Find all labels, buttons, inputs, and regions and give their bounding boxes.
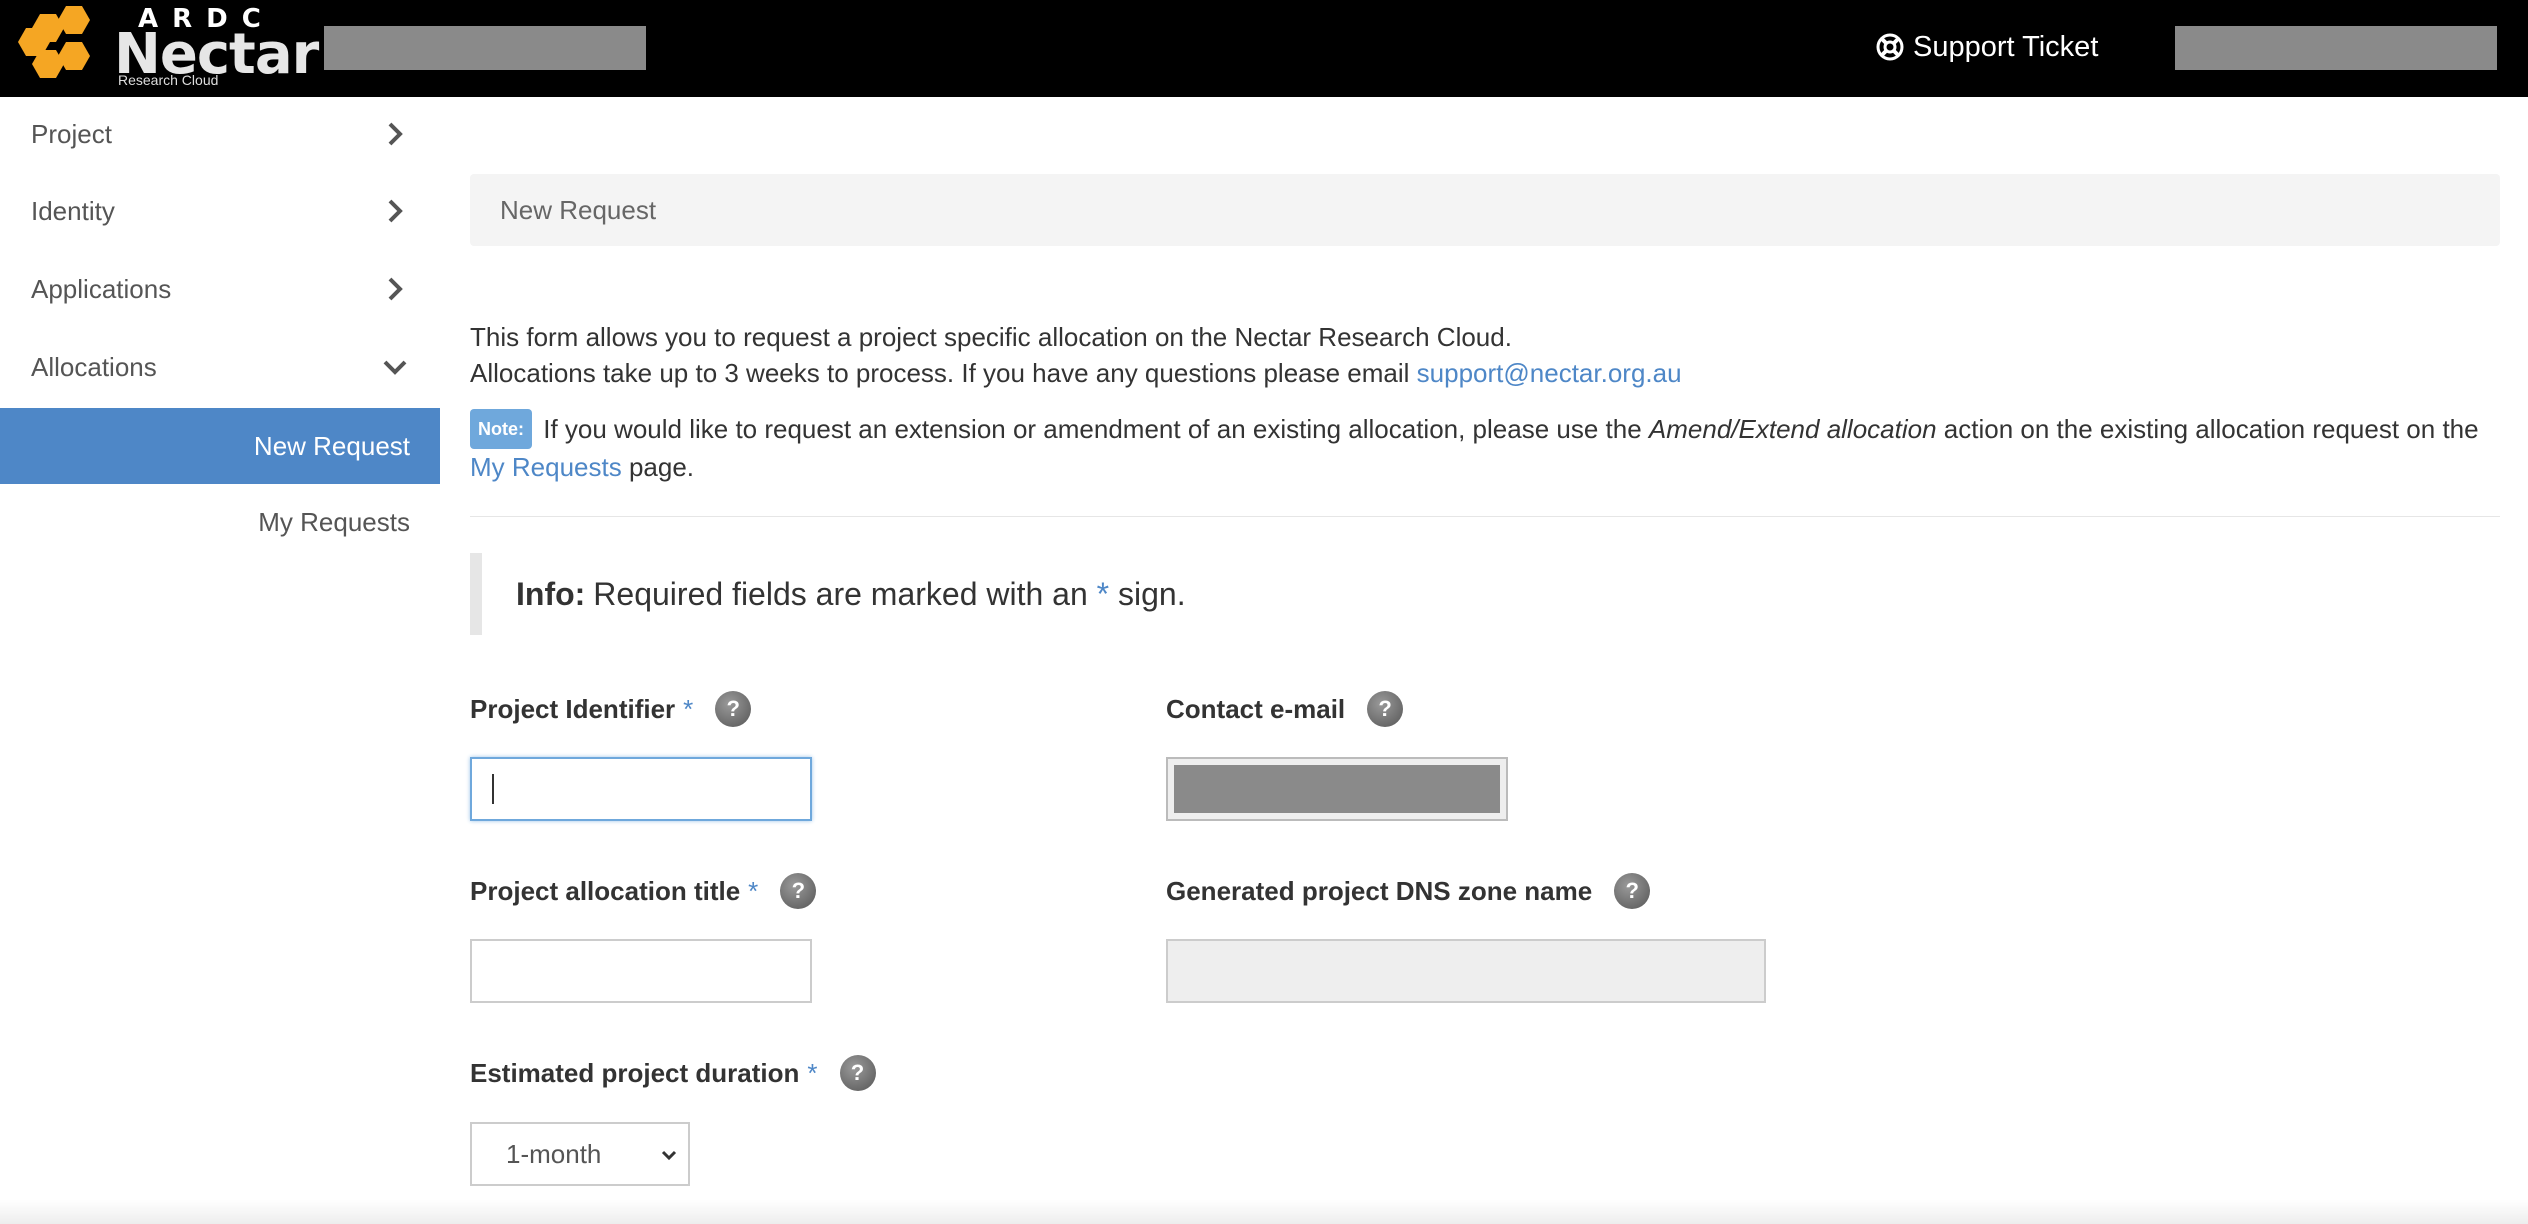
dns-zone-label-text: Generated project DNS zone name (1166, 875, 1593, 906)
sidebar-item-identity[interactable]: Identity (0, 174, 440, 248)
sidebar-subitem-label: New Request (253, 430, 410, 461)
redacted-email-value (1174, 765, 1500, 813)
help-icon[interactable]: ? (839, 1055, 876, 1091)
bottom-fade (0, 1200, 2528, 1224)
chevron-right-icon (388, 199, 403, 223)
breadcrumb: New Request (470, 174, 2500, 246)
sidebar: Project Identity Applications Allocation… (0, 97, 440, 1224)
help-icon[interactable]: ? (715, 691, 752, 727)
intro-line-2: Allocations take up to 3 weeks to proces… (470, 355, 2500, 391)
required-star: * (683, 693, 694, 724)
support-ticket-label: Support Ticket (1913, 30, 2099, 63)
info-label: Info: (516, 575, 586, 612)
allocation-title-input[interactable] (470, 939, 812, 1003)
intro-line-1: This form allows you to request a projec… (470, 322, 1512, 352)
note-text-3: page. (628, 452, 695, 482)
allocation-title-label: Project allocation title * ? (470, 871, 817, 911)
redacted-project-selector[interactable] (324, 26, 646, 70)
note-badge: Note: (470, 409, 532, 449)
note-paragraph: Note: If you would like to request an ex… (470, 409, 2500, 485)
contact-email-label-text: Contact e-mail (1166, 693, 1346, 724)
redacted-user-menu[interactable] (2175, 26, 2497, 70)
required-star: * (1096, 575, 1110, 612)
duration-selected-value: 1-month (506, 1138, 602, 1169)
info-callout: Info: Required fields are marked with an… (470, 553, 2500, 635)
project-identifier-label: Project Identifier * ? (470, 689, 752, 729)
life-ring-icon (1876, 33, 1904, 61)
sidebar-item-label: Identity (31, 195, 115, 226)
logo-subtitle-text: Research Cloud (118, 72, 219, 88)
sidebar-item-label: Allocations (31, 351, 157, 382)
sidebar-item-project[interactable]: Project (0, 97, 440, 171)
support-ticket-link[interactable]: Support Ticket (1875, 27, 2098, 67)
chevron-right-icon (388, 122, 403, 146)
intro-line-2-text: Allocations take up to 3 weeks to proces… (470, 358, 1410, 388)
info-text-1: Required fields are marked with an (593, 575, 1088, 612)
duration-select[interactable]: 1-month (470, 1122, 690, 1186)
sidebar-item-allocations[interactable]: Allocations (0, 330, 440, 404)
help-icon[interactable]: ? (1614, 873, 1651, 909)
sidebar-item-label: Applications (31, 273, 172, 304)
sidebar-item-label: Project (31, 118, 112, 149)
breadcrumb-current: New Request (500, 194, 657, 225)
note-text-1: If you would like to request an extensio… (543, 414, 1642, 444)
sidebar-subitem-new-request[interactable]: New Request (0, 408, 440, 484)
help-icon[interactable]: ? (1367, 691, 1404, 727)
contact-email-field[interactable] (1166, 757, 1508, 821)
duration-label: Estimated project duration * ? (470, 1053, 876, 1093)
project-identifier-input[interactable] (470, 757, 812, 821)
sidebar-item-applications[interactable]: Applications (0, 252, 440, 326)
chevron-down-icon (383, 360, 407, 375)
nectar-logo[interactable]: ARDC Nectar Research Cloud (18, 4, 319, 90)
divider (470, 516, 2500, 517)
project-identifier-label-text: Project Identifier (470, 693, 676, 724)
note-text-2: action on the existing allocation reques… (1943, 414, 2479, 444)
allocation-title-label-text: Project allocation title (470, 875, 741, 906)
help-icon[interactable]: ? (780, 873, 817, 909)
contact-email-label: Contact e-mail ? (1166, 689, 1404, 729)
dns-zone-label: Generated project DNS zone name ? (1166, 871, 1651, 911)
sidebar-subitem-label: My Requests (258, 506, 410, 537)
info-text-2: sign. (1118, 575, 1186, 612)
required-star: * (748, 875, 759, 906)
dns-zone-field (1166, 939, 1766, 1003)
honeycomb-logo-icon (18, 6, 90, 78)
top-bar: ARDC Nectar Research Cloud Support Ticke… (0, 0, 2528, 97)
required-star: * (807, 1057, 818, 1088)
chevron-down-icon (661, 1150, 677, 1161)
support-email-link[interactable]: support@nectar.org.au (1417, 358, 1682, 388)
text-caret (492, 774, 494, 804)
my-requests-link[interactable]: My Requests (470, 452, 622, 482)
duration-label-text: Estimated project duration (470, 1057, 800, 1088)
chevron-right-icon (388, 277, 403, 301)
sidebar-subitem-my-requests[interactable]: My Requests (0, 484, 440, 560)
note-text-italic: Amend/Extend allocation (1648, 414, 1937, 444)
intro-text: This form allows you to request a projec… (470, 319, 2500, 391)
